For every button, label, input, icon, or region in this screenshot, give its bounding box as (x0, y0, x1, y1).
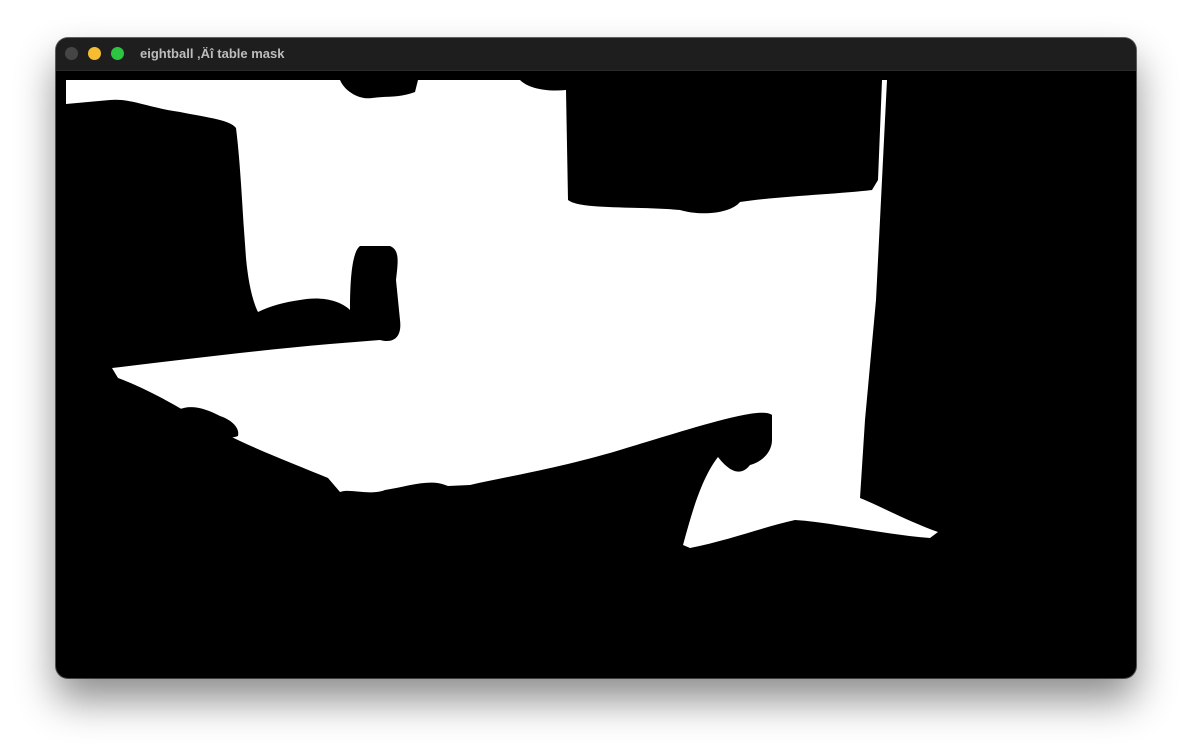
title-bar[interactable]: eightball ‚Äî table mask (56, 38, 1136, 71)
mask-canvas (66, 80, 1126, 670)
close-window-icon[interactable] (65, 47, 78, 60)
table-mask-image (66, 80, 1126, 670)
window-title: eightball ‚Äî table mask (140, 46, 285, 61)
maximize-window-icon[interactable] (111, 47, 124, 60)
app-window: eightball ‚Äî table mask (56, 38, 1136, 678)
minimize-window-icon[interactable] (88, 47, 101, 60)
